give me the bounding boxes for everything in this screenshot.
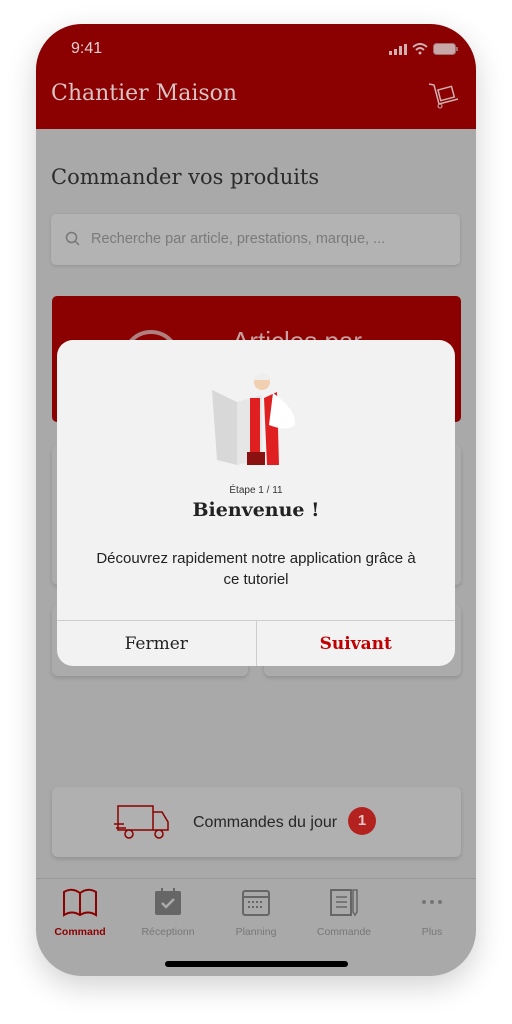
tab-label: Commande xyxy=(316,926,372,938)
tab-planning[interactable]: Planning xyxy=(212,887,300,938)
tutorial-description: Découvrez rapidement notre application g… xyxy=(96,550,416,588)
tab-command[interactable]: Command xyxy=(36,887,124,938)
tab-label: Planning xyxy=(235,926,277,938)
calendar-check-icon xyxy=(155,888,181,915)
daily-orders-count-badge: 1 xyxy=(348,807,376,835)
tutorial-title: Bienvenue ! xyxy=(192,499,320,521)
app-title: Chantier Maison xyxy=(51,81,238,106)
next-button[interactable]: Suivant xyxy=(255,621,456,666)
calendar-grid-icon xyxy=(242,890,270,916)
home-indicator xyxy=(165,961,348,967)
close-button[interactable]: Fermer xyxy=(57,621,256,666)
tab-label: Command xyxy=(54,926,106,938)
tutorial-step: Étape 1 / 11 xyxy=(229,485,283,496)
battery-icon xyxy=(433,43,458,55)
signal-icon xyxy=(389,43,407,55)
wifi-icon xyxy=(412,43,428,55)
page-title: Commander vos produits xyxy=(51,165,320,189)
tab-reception[interactable]: Réceptionn xyxy=(124,887,212,938)
daily-orders-button[interactable]: Commandes du jour 1 xyxy=(52,787,461,857)
app-header: 9:41 Chantier Maison xyxy=(36,24,476,129)
daily-orders-label: Commandes du jour xyxy=(193,814,338,831)
worker-reading-plan-illustration xyxy=(212,373,296,465)
tab-more[interactable]: Plus xyxy=(388,887,476,938)
tutorial-actions: Fermer Suivant xyxy=(57,620,455,666)
tab-label: Réceptionn xyxy=(141,926,195,938)
tutorial-dialog: Étape 1 / 11 Bienvenue ! Découvrez rapid… xyxy=(57,340,455,666)
search-input[interactable]: Recherche par article, prestations, marq… xyxy=(51,214,460,265)
more-dots-icon xyxy=(422,900,442,904)
checklist-pencil-icon xyxy=(330,889,358,917)
search-icon xyxy=(65,231,80,246)
status-time: 9:41 xyxy=(71,40,103,57)
open-book-icon xyxy=(63,888,97,917)
tab-commande[interactable]: Commande xyxy=(300,887,388,938)
search-placeholder: Recherche par article, prestations, marq… xyxy=(91,231,386,247)
phone-screen: 9:41 Chantier Maison Commander vos produ… xyxy=(36,24,476,976)
delivery-truck-icon xyxy=(114,805,169,839)
tab-label: Plus xyxy=(421,926,443,938)
hand-truck-cart-icon[interactable] xyxy=(428,82,460,110)
status-icons xyxy=(389,43,458,55)
